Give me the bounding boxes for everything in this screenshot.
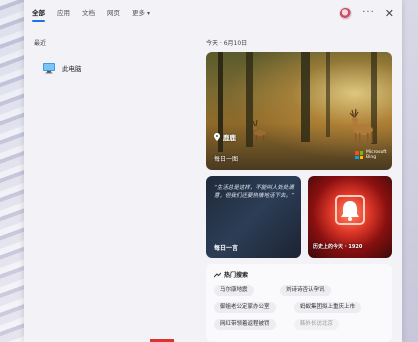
avatar[interactable] <box>339 6 353 20</box>
top-bar: 全部 应用 文档 网页 更多 ▾ ··· ✕ <box>24 0 402 26</box>
tab-web-label: 网页 <box>107 9 120 17</box>
computer-icon <box>43 63 55 74</box>
recent-heading: 最近 <box>34 40 47 47</box>
brand-label: Microsoft Bing <box>366 150 387 160</box>
quote-text: “生活总是这样，不能叫人处处满意，但我们还要热情地活下去。” <box>214 185 294 199</box>
tree-trunk <box>301 52 310 142</box>
tab-documents-label: 文档 <box>82 9 95 17</box>
hot-search-section: 热门搜索 马尔康地震 刘诗诗否认孕讯 御姐老公定家办公室 蚂蚁集团拟上重庆上市 … <box>206 264 392 342</box>
tab-apps[interactable]: 应用 <box>57 0 70 26</box>
hot-search-title: 热门搜索 <box>224 272 249 279</box>
close-icon[interactable]: ✕ <box>385 8 394 19</box>
tab-all-label: 全部 <box>32 9 45 17</box>
alarm-bell-icon <box>335 195 365 225</box>
microsoft-logo-icon <box>355 151 363 159</box>
wallpaper-right <box>402 0 418 342</box>
location-badge-label: 鹿鹿 <box>223 134 236 142</box>
deer-illustration <box>252 120 266 141</box>
tab-web[interactable]: 网页 <box>107 0 120 26</box>
search-panel: 全部 应用 文档 网页 更多▾ ··· ✕ 最近 此电脑 今天 · 6月10日 <box>24 0 402 342</box>
tab-documents[interactable]: 文档 <box>82 0 95 26</box>
history-today-card[interactable]: 历史上的今天 · 1920 <box>308 176 392 258</box>
tab-more-label: 更多 <box>132 9 145 17</box>
hot-search-chip[interactable]: 蚂蚁集团拟上重庆上市 <box>294 302 362 313</box>
location-pin-icon <box>214 133 220 141</box>
chevron-down-icon: ▾ <box>147 10 151 17</box>
recent-item-label: 此电脑 <box>62 65 82 73</box>
recent-item-this-pc[interactable]: 此电脑 <box>42 62 82 74</box>
hot-search-chip[interactable]: 网红带领着返程被罚 <box>214 319 276 330</box>
location-badge[interactable]: 鹿鹿 <box>214 132 236 142</box>
tab-apps-label: 应用 <box>57 9 70 17</box>
microsoft-bing-logo: Microsoft Bing <box>355 150 387 160</box>
tab-more[interactable]: 更多 ▾ <box>132 0 150 26</box>
daily-image-card[interactable]: 鹿鹿 每日一图 Microsoft Bing <box>206 52 392 170</box>
hot-search-chip[interactable]: 马尔康地震 <box>214 285 254 296</box>
hot-search-chip[interactable]: 刘诗诗否认孕讯 <box>280 285 331 296</box>
tab-all[interactable]: 全部 <box>32 0 45 26</box>
more-options-icon[interactable]: ··· <box>362 8 375 18</box>
hot-search-heading: 热门搜索 <box>214 270 248 279</box>
hot-search-chip[interactable]: 御姐老公定家办公室 <box>214 302 276 313</box>
date-heading: 今天 · 6月10日 <box>206 40 248 47</box>
quote-caption: 每日一言 <box>214 245 239 252</box>
deer-illustration <box>349 108 373 143</box>
daily-image-caption: 每日一图 <box>214 156 239 163</box>
tree-trunk <box>326 52 330 137</box>
daily-quote-card[interactable]: “生活总是这样，不能叫人处处满意，但我们还要热情地活下去。” 每日一言 <box>206 176 301 258</box>
wallpaper-left <box>0 0 24 342</box>
trending-icon <box>214 272 221 277</box>
hot-search-chip[interactable]: 韩外长访北京 <box>294 319 340 330</box>
history-caption: 历史上的今天 · 1920 <box>313 244 363 250</box>
